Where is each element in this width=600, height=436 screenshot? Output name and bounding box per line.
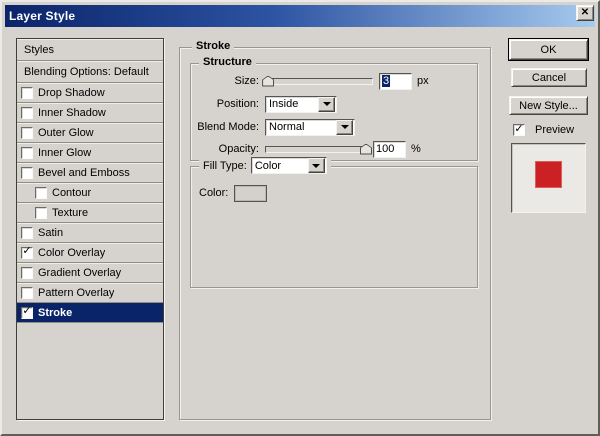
blend-mode-value: Normal — [269, 121, 305, 133]
opacity-input[interactable]: 100 — [373, 140, 406, 158]
style-item-pattern-overlay[interactable]: ✓ Pattern Overlay — [17, 283, 163, 303]
style-item-gradient-overlay[interactable]: ✓ Gradient Overlay — [17, 263, 163, 283]
checkbox[interactable]: ✓ — [35, 206, 47, 219]
stroke-group-title: Stroke — [192, 40, 235, 52]
fill-type-label: Fill Type: — [203, 159, 247, 172]
style-item-bevel-and-emboss[interactable]: ✓ Bevel and Emboss — [17, 163, 163, 183]
size-slider-thumb[interactable] — [262, 75, 275, 87]
style-item-color-overlay[interactable]: ✓ Color Overlay — [17, 243, 163, 263]
check-icon: ✓ — [22, 245, 32, 257]
stroke-color-swatch[interactable] — [234, 184, 268, 202]
preview-red-square — [535, 161, 562, 188]
preview-label: Preview — [535, 124, 575, 136]
size-row: Size: 3 px — [197, 72, 471, 90]
color-row: Color: — [199, 184, 268, 202]
style-item-label: Gradient Overlay — [38, 266, 122, 279]
size-slider[interactable] — [262, 75, 373, 87]
dropdown-arrow-button[interactable] — [307, 158, 325, 173]
blend-mode-label: Blend Mode: — [197, 121, 259, 133]
style-item-stroke[interactable]: ✓ Stroke — [17, 303, 163, 323]
styles-list: Styles Blending Options: Default ✓ Drop … — [16, 38, 164, 420]
style-item-label: Outer Glow — [38, 126, 94, 139]
structure-group: Structure Size: 3 px Position: Inside Bl… — [190, 56, 478, 161]
style-item-label: Satin — [38, 226, 64, 239]
checkbox[interactable]: ✓ — [21, 106, 33, 119]
dropdown-arrow-button[interactable] — [336, 119, 353, 135]
layer-style-dialog: Layer Style ✕ Styles Blending Options: D… — [0, 0, 600, 436]
size-unit: px — [417, 75, 429, 87]
style-item-texture[interactable]: ✓ Texture — [17, 203, 163, 223]
style-item-label: Pattern Overlay — [38, 286, 115, 299]
style-preview-thumbnail — [511, 143, 586, 213]
chevron-down-icon — [312, 163, 321, 168]
blending-options-row[interactable]: Blending Options: Default — [17, 61, 163, 83]
fill-type-dropdown[interactable]: Color — [250, 157, 327, 174]
style-item-label: Stroke — [38, 306, 73, 319]
styles-list-header: Styles — [17, 39, 163, 61]
fill-type-value: Color — [254, 159, 282, 172]
style-item-inner-shadow[interactable]: ✓ Inner Shadow — [17, 103, 163, 123]
opacity-unit: % — [411, 143, 421, 155]
cancel-button[interactable]: Cancel — [511, 68, 587, 87]
opacity-label: Opacity: — [218, 143, 259, 155]
new-style-button[interactable]: New Style... — [509, 96, 588, 115]
ok-button[interactable]: OK — [509, 39, 588, 60]
style-item-label: Color Overlay — [38, 246, 106, 259]
checkbox[interactable]: ✓ — [35, 186, 47, 199]
blend-mode-dropdown[interactable]: Normal — [265, 118, 355, 136]
checkbox[interactable]: ✓ — [21, 126, 33, 139]
style-item-label: Texture — [52, 206, 89, 219]
close-button[interactable]: ✕ — [576, 5, 594, 21]
checkbox[interactable]: ✓ — [21, 305, 33, 319]
dropdown-arrow-button[interactable] — [318, 96, 335, 112]
style-item-label: Bevel and Emboss — [38, 166, 130, 179]
checkbox[interactable]: ✓ — [21, 86, 33, 99]
opacity-row: Opacity: 100 % — [197, 140, 471, 158]
stroke-group: Stroke Structure Size: 3 px Position: In… — [179, 40, 491, 420]
opacity-slider-thumb[interactable] — [360, 143, 372, 155]
checkbox[interactable]: ✓ — [21, 245, 33, 259]
checkbox[interactable]: ✓ — [21, 286, 33, 299]
checkbox[interactable]: ✓ — [21, 226, 33, 239]
check-icon: ✓ — [514, 122, 524, 135]
checkbox[interactable]: ✓ — [21, 166, 33, 179]
style-item-label: Inner Glow — [38, 146, 92, 159]
opacity-slider[interactable] — [265, 143, 372, 155]
preview-checkbox-row[interactable]: ✓ Preview — [513, 122, 575, 136]
position-row: Position: Inside — [197, 95, 471, 113]
fill-type-group: Fill Type: Color Color: — [190, 157, 478, 288]
checkbox[interactable]: ✓ — [21, 146, 33, 159]
dialog-title: Layer Style — [9, 9, 76, 23]
styles-header-label: Styles — [24, 43, 54, 56]
check-icon: ✓ — [22, 305, 32, 317]
color-label: Color: — [199, 187, 229, 199]
chevron-down-icon — [340, 125, 349, 129]
style-item-label: Drop Shadow — [38, 86, 105, 99]
style-item-outer-glow[interactable]: ✓ Outer Glow — [17, 123, 163, 143]
size-input[interactable]: 3 — [379, 72, 412, 90]
style-item-label: Inner Shadow — [38, 106, 106, 119]
checkbox[interactable]: ✓ — [21, 266, 33, 279]
opacity-value: 100 — [376, 143, 395, 155]
close-icon: ✕ — [580, 7, 590, 18]
structure-group-title: Structure — [199, 56, 256, 68]
blending-options-label: Blending Options: Default — [24, 65, 149, 78]
chevron-down-icon — [322, 102, 331, 106]
style-item-drop-shadow[interactable]: ✓ Drop Shadow — [17, 83, 163, 103]
position-value: Inside — [269, 98, 299, 110]
style-item-inner-glow[interactable]: ✓ Inner Glow — [17, 143, 163, 163]
fill-type-legend: Fill Type: Color — [199, 157, 331, 174]
style-item-label: Contour — [52, 186, 92, 199]
style-item-contour[interactable]: ✓ Contour — [17, 183, 163, 203]
style-item-satin[interactable]: ✓ Satin — [17, 223, 163, 243]
blend-mode-row: Blend Mode: Normal — [197, 118, 471, 136]
position-dropdown[interactable]: Inside — [265, 95, 337, 113]
position-label: Position: — [216, 98, 259, 110]
size-label: Size: — [234, 75, 259, 87]
preview-checkbox[interactable]: ✓ — [513, 122, 525, 136]
size-value: 3 — [382, 75, 391, 87]
titlebar[interactable]: Layer Style — [5, 5, 595, 27]
